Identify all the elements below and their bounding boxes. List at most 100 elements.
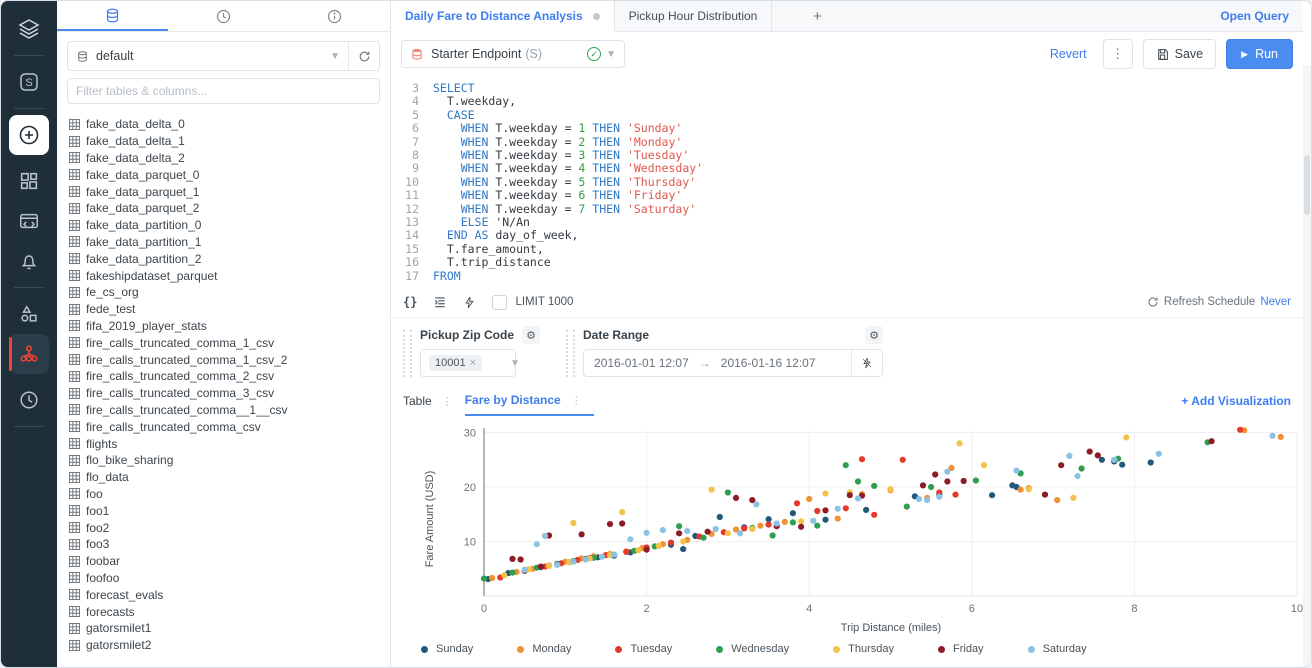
scatter-point[interactable] bbox=[961, 478, 967, 484]
scatter-point[interactable] bbox=[814, 508, 820, 514]
scatter-point[interactable] bbox=[1278, 434, 1284, 440]
scatter-point[interactable] bbox=[676, 530, 682, 536]
panel-tab-info[interactable] bbox=[279, 1, 390, 31]
scatter-point[interactable] bbox=[725, 530, 731, 536]
result-tab-chart[interactable]: Fare by Distance ⋮ bbox=[465, 386, 594, 416]
table-list-item[interactable]: gatorsmilet2 bbox=[69, 637, 390, 654]
legend-item[interactable]: Wednesday bbox=[716, 643, 789, 655]
scatter-point[interactable] bbox=[489, 575, 495, 581]
table-list-item[interactable]: fake_data_delta_1 bbox=[69, 133, 390, 150]
add-visualization-button[interactable]: + Add Visualization bbox=[1181, 394, 1291, 408]
remove-tag-icon[interactable]: × bbox=[470, 357, 476, 369]
new-tab-button[interactable]: + bbox=[772, 1, 862, 31]
table-list-item[interactable]: foofoo bbox=[69, 570, 390, 587]
scatter-point[interactable] bbox=[538, 564, 544, 570]
scatter-point[interactable] bbox=[1087, 449, 1093, 455]
scatter-point[interactable] bbox=[887, 486, 893, 492]
scatter-point[interactable] bbox=[843, 462, 849, 468]
scatter-point[interactable] bbox=[684, 528, 690, 534]
legend-item[interactable]: Thursday bbox=[833, 643, 894, 655]
gear-icon[interactable]: ⚙ bbox=[522, 326, 540, 344]
drag-handle[interactable] bbox=[403, 330, 412, 377]
scatter-point[interactable] bbox=[1013, 468, 1019, 474]
table-list-item[interactable]: fede_test bbox=[69, 301, 390, 318]
scatter-point[interactable] bbox=[644, 530, 650, 536]
legend-item[interactable]: Sunday bbox=[421, 643, 473, 655]
scatter-point[interactable] bbox=[611, 552, 617, 558]
scatter-point[interactable] bbox=[766, 522, 772, 528]
vertical-dots-icon[interactable]: ⋮ bbox=[571, 394, 582, 407]
scatter-point[interactable] bbox=[676, 523, 682, 529]
table-list-item[interactable]: foo bbox=[69, 486, 390, 503]
date-start-value[interactable]: 2016-01-01 12:07 bbox=[584, 356, 699, 370]
scatter-point[interactable] bbox=[1042, 492, 1048, 498]
layers-logo-icon[interactable] bbox=[9, 9, 49, 49]
table-list-item[interactable]: foo3 bbox=[69, 536, 390, 553]
scatter-point[interactable] bbox=[770, 532, 776, 538]
legend-item[interactable]: Saturday bbox=[1028, 643, 1087, 655]
new-datadoc-plus-icon[interactable] bbox=[9, 115, 49, 155]
scatter-point[interactable] bbox=[725, 489, 731, 495]
scatter-point[interactable] bbox=[509, 556, 515, 562]
save-button[interactable]: Save bbox=[1143, 39, 1217, 69]
open-query-link[interactable]: Open Query bbox=[1220, 1, 1303, 31]
quick-range-bolt-button[interactable] bbox=[851, 350, 882, 376]
table-list-item[interactable]: gatorsmilet1 bbox=[69, 620, 390, 637]
scatter-point[interactable] bbox=[660, 527, 666, 533]
scatter-point[interactable] bbox=[668, 540, 674, 546]
table-list-item[interactable]: foo2 bbox=[69, 519, 390, 536]
scatter-point[interactable] bbox=[644, 547, 650, 553]
scatter-point[interactable] bbox=[900, 457, 906, 463]
scatter-point[interactable] bbox=[737, 530, 743, 536]
table-list-item[interactable]: fire_calls_truncated_comma_2_csv bbox=[69, 368, 390, 385]
scatter-point[interactable] bbox=[534, 541, 540, 547]
scatter-point[interactable] bbox=[680, 538, 686, 544]
scatter-point[interactable] bbox=[822, 507, 828, 513]
table-list-item[interactable]: fire_calls_truncated_comma__1__csv bbox=[69, 402, 390, 419]
scatter-point[interactable] bbox=[822, 517, 828, 523]
scatter-point[interactable] bbox=[924, 497, 930, 503]
table-list-item[interactable]: fifa_2019_player_stats bbox=[69, 318, 390, 335]
scatter-point[interactable] bbox=[835, 516, 841, 522]
legend-item[interactable]: Tuesday bbox=[615, 643, 672, 655]
scatter-point[interactable] bbox=[619, 520, 625, 526]
scatter-point[interactable] bbox=[916, 496, 922, 502]
scatter-point[interactable] bbox=[599, 554, 605, 560]
scatter-point[interactable] bbox=[579, 531, 585, 537]
scatter-point[interactable] bbox=[794, 500, 800, 506]
result-tab-table[interactable]: Table ⋮ bbox=[403, 386, 465, 416]
scatter-point[interactable] bbox=[766, 516, 772, 522]
scatter-point[interactable] bbox=[1111, 457, 1117, 463]
run-settings-bolt-button[interactable] bbox=[463, 296, 476, 309]
changelog-code-window-icon[interactable] bbox=[9, 201, 49, 241]
table-list-item[interactable]: fake_data_parquet_0 bbox=[69, 166, 390, 183]
date-range-input[interactable]: 2016-01-01 12:07 → 2016-01-16 12:07 bbox=[583, 349, 883, 377]
scatter-point[interactable] bbox=[774, 520, 780, 526]
scatter-point[interactable] bbox=[733, 495, 739, 501]
scatter-point[interactable] bbox=[790, 510, 796, 516]
scatter-point[interactable] bbox=[928, 484, 934, 490]
scatter-point[interactable] bbox=[635, 547, 641, 553]
lineage-sitemap-icon[interactable] bbox=[9, 334, 49, 374]
scatter-point[interactable] bbox=[749, 526, 755, 532]
table-list-item[interactable]: flights bbox=[69, 435, 390, 452]
scatter-point[interactable] bbox=[863, 507, 869, 513]
panel-tab-history[interactable] bbox=[168, 1, 279, 31]
scatter-point[interactable] bbox=[627, 536, 633, 542]
scatter-point[interactable] bbox=[835, 506, 841, 512]
scatter-point[interactable] bbox=[619, 509, 625, 515]
gear-icon[interactable]: ⚙ bbox=[865, 326, 883, 344]
scatter-point[interactable] bbox=[481, 576, 487, 582]
scatter-point[interactable] bbox=[871, 512, 877, 518]
scatter-point[interactable] bbox=[1066, 453, 1072, 459]
date-end-value[interactable]: 2016-01-16 12:07 bbox=[711, 356, 851, 370]
scatter-point[interactable] bbox=[705, 529, 711, 535]
engine-select[interactable]: Starter Endpoint (S) ✓ ▼ bbox=[401, 40, 625, 68]
environment-s-icon[interactable]: S bbox=[9, 62, 49, 102]
scatter-point[interactable] bbox=[656, 543, 662, 549]
scatter-point[interactable] bbox=[1209, 438, 1215, 444]
scatter-point[interactable] bbox=[782, 519, 788, 525]
datadoc-tab[interactable]: Pickup Hour Distribution bbox=[615, 1, 773, 31]
format-query-button[interactable] bbox=[433, 295, 447, 309]
scatter-point[interactable] bbox=[989, 492, 995, 498]
